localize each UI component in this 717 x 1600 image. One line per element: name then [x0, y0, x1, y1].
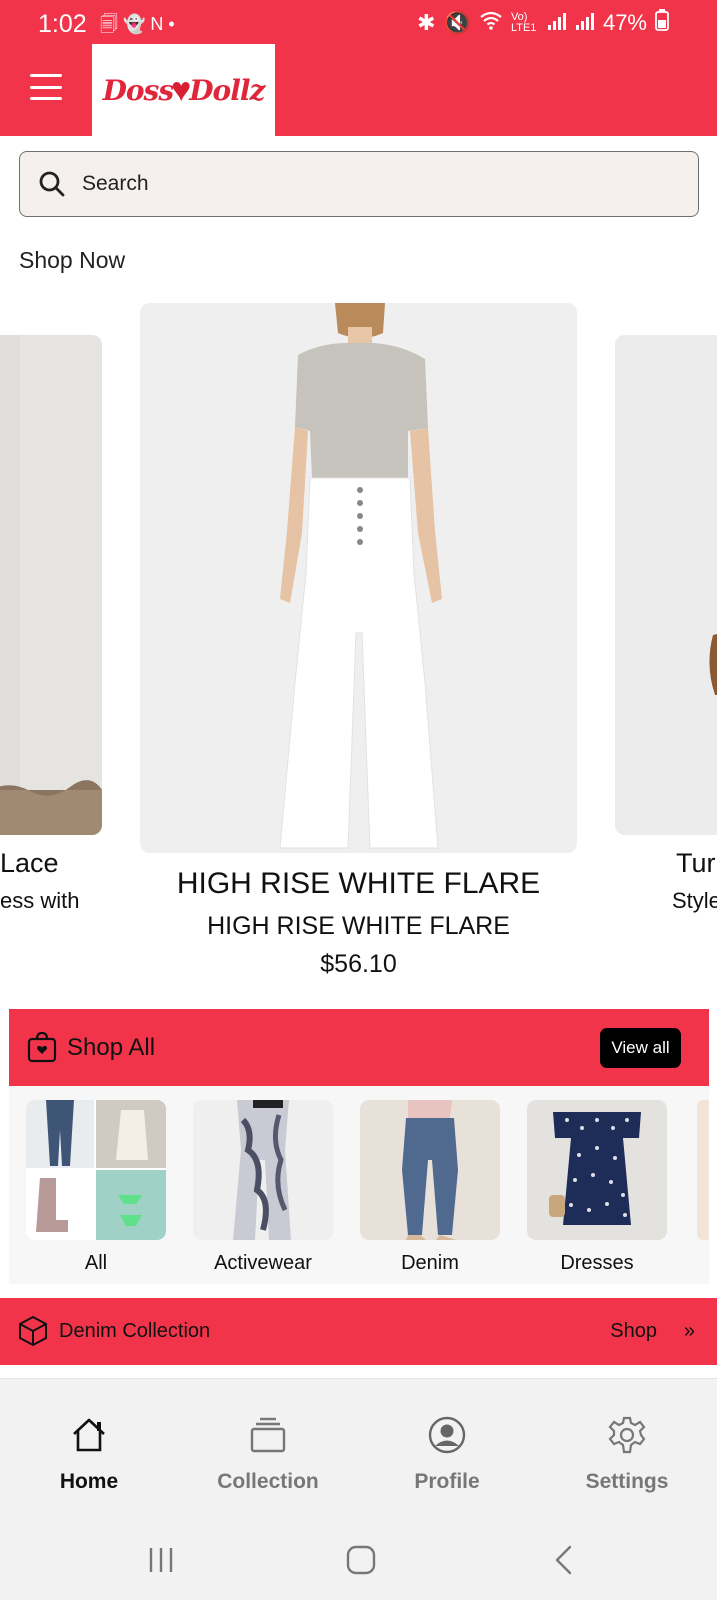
- product-right-subtitle: Style: [672, 888, 717, 913]
- category-all[interactable]: All: [26, 1100, 166, 1275]
- category-label-denim: Denim: [401, 1252, 459, 1274]
- product-right-title: Tur: [676, 848, 716, 878]
- category-dresses[interactable]: Dresses: [527, 1100, 667, 1275]
- brand-logo[interactable]: Doss ♥ Dollz: [92, 44, 275, 136]
- nav-home[interactable]: Home: [14, 1415, 164, 1494]
- gear-icon: [608, 1416, 646, 1454]
- notification-icons: 🗐 👻 N •: [100, 14, 175, 34]
- signal-icon-1: [547, 10, 567, 36]
- product-card-left[interactable]: [0, 335, 102, 835]
- bottom-navigation: Home Collection Profile Settings: [0, 1378, 717, 1520]
- product-center-subtitle: HIGH RISE WHITE FLARE: [207, 912, 510, 940]
- category-activewear[interactable]: Activewear: [193, 1100, 333, 1275]
- logo-text-right: Dollz: [189, 73, 265, 107]
- nav-profile-label: Profile: [414, 1470, 480, 1493]
- collection-icon: [250, 1417, 286, 1453]
- nav-collection[interactable]: Collection: [193, 1415, 343, 1494]
- product-image-right: [615, 335, 717, 835]
- product-center-price: $56.10: [320, 950, 397, 978]
- category-label-dresses: Dresses: [560, 1252, 634, 1274]
- mute-icon: 🔇: [443, 10, 471, 35]
- network-label: Vo) LTE1: [510, 11, 537, 34]
- category-label-activewear: Activewear: [214, 1252, 312, 1274]
- category-denim[interactable]: Denim: [360, 1100, 500, 1275]
- category-thumb-denim: [360, 1100, 500, 1240]
- nav-settings-label: Settings: [585, 1470, 669, 1493]
- status-time: 1:02: [38, 10, 87, 38]
- menu-icon[interactable]: [30, 74, 62, 100]
- category-row: All Activewear Denim Dresses: [9, 1086, 709, 1284]
- back-icon[interactable]: [548, 1544, 580, 1581]
- product-card-right[interactable]: [615, 335, 717, 835]
- nav-home-label: Home: [59, 1470, 119, 1493]
- nav-settings[interactable]: Settings: [552, 1415, 702, 1494]
- signal-icon-2: [575, 10, 595, 36]
- recent-apps-icon[interactable]: [145, 1544, 177, 1581]
- app-bar: Doss ♥ Dollz: [0, 44, 717, 136]
- wifi-icon: [479, 10, 503, 36]
- double-chevron-right-icon: »: [683, 1320, 695, 1342]
- shop-now-label: Shop Now: [19, 247, 126, 273]
- denim-shop-link[interactable]: Shop: [610, 1320, 657, 1343]
- battery-percent: 47%: [602, 10, 647, 35]
- profile-icon: [428, 1416, 466, 1454]
- denim-collection-header[interactable]: Denim Collection Shop »: [0, 1298, 717, 1365]
- bluetooth-icon: ✱: [417, 10, 436, 35]
- search-bar[interactable]: [19, 151, 699, 217]
- shop-all-title: Shop All: [67, 1034, 156, 1061]
- product-left-subtitle: ess with: [0, 888, 80, 913]
- category-thumb-dresses: [527, 1100, 667, 1240]
- battery-icon: [655, 9, 669, 37]
- denim-collection-title: Denim Collection: [59, 1320, 211, 1342]
- category-next-peek: [697, 1100, 709, 1240]
- box-icon: [19, 1315, 47, 1347]
- shopping-bag-icon: [27, 1031, 57, 1063]
- nav-profile[interactable]: Profile: [372, 1415, 522, 1494]
- logo-text-left: Doss: [102, 73, 174, 107]
- status-bar: 1:02 🗐 👻 N • ✱ 🔇 Vo) LTE1 47%: [0, 0, 717, 44]
- home-button-icon[interactable]: [345, 1544, 377, 1581]
- product-image-white-flare: [140, 303, 577, 853]
- product-center-title[interactable]: HIGH RISE WHITE FLARE: [140, 867, 577, 901]
- view-all-button[interactable]: View all: [600, 1028, 681, 1068]
- product-card-center[interactable]: [140, 303, 577, 853]
- shop-all-header: Shop All View all: [9, 1009, 709, 1086]
- system-navigation-bar: [0, 1520, 717, 1600]
- home-icon: [73, 1418, 105, 1452]
- product-image-lace: [0, 335, 102, 835]
- system-status-icons: ✱ 🔇 Vo) LTE1 47%: [417, 9, 669, 37]
- search-input[interactable]: [82, 172, 642, 196]
- nav-collection-label: Collection: [217, 1470, 319, 1493]
- search-icon: [39, 171, 65, 197]
- category-label-all: All: [84, 1252, 108, 1274]
- category-thumb-all: [26, 1100, 166, 1240]
- product-left-title: Lace: [0, 848, 59, 878]
- category-thumb-activewear: [193, 1100, 333, 1240]
